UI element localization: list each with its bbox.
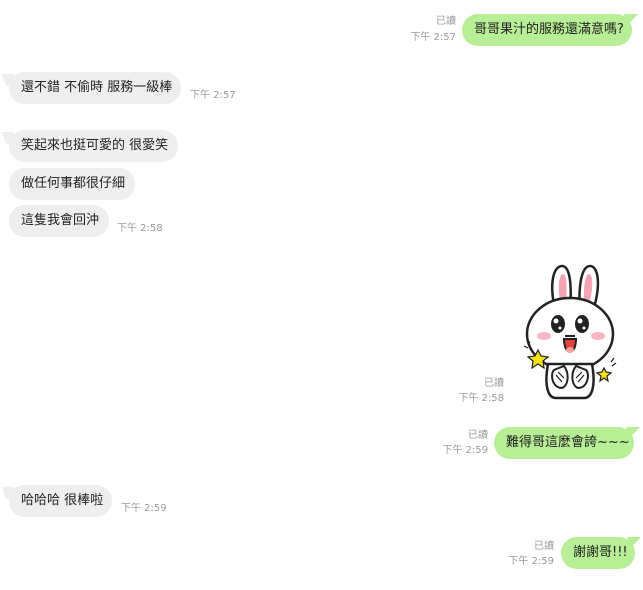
read-receipt: 已讀	[534, 541, 554, 552]
incoming-message-bubble[interactable]: 還不錯 不偷時 服務一級棒	[9, 72, 181, 104]
incoming-message-bubble[interactable]: 這隻我會回沖	[9, 205, 109, 237]
read-receipt: 已讀	[484, 378, 504, 389]
message-timestamp: 下午 2:59	[121, 503, 167, 514]
outgoing-message-bubble[interactable]: 哥哥果汁的服務還滿意嗎?	[462, 14, 632, 46]
message-timestamp: 下午 2:59	[508, 556, 554, 567]
read-receipt: 已讀	[468, 430, 488, 441]
outgoing-message-bubble[interactable]: 難得哥這麼會誇~~~	[494, 427, 634, 459]
message-timestamp: 下午 2:57	[410, 32, 456, 43]
incoming-message-bubble[interactable]: 做任何事都很仔細	[9, 168, 135, 200]
incoming-message-bubble[interactable]: 笑起來也挺可愛的 很愛笑	[9, 130, 178, 162]
read-receipt: 已讀	[436, 16, 456, 27]
message-timestamp: 下午 2:58	[458, 393, 504, 404]
message-timestamp: 下午 2:57	[190, 90, 236, 101]
incoming-message-bubble[interactable]: 哈哈哈 很棒啦	[9, 485, 112, 517]
rabbit-cony-icon	[523, 264, 617, 400]
message-timestamp: 下午 2:58	[117, 223, 163, 234]
rabbit-sticker[interactable]	[518, 262, 618, 402]
outgoing-message-bubble[interactable]: 謝謝哥!!!	[561, 537, 635, 569]
message-timestamp: 下午 2:59	[442, 445, 488, 456]
